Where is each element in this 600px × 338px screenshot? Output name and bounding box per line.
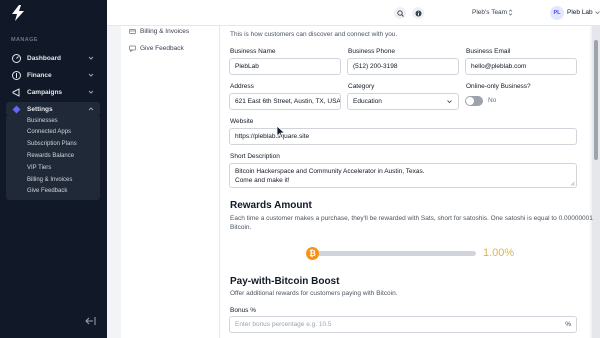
rewards-slider-track[interactable] — [308, 251, 476, 256]
settings-nav-billing[interactable]: Billing & Invoices — [129, 26, 189, 36]
bonus-label: Bonus % — [230, 307, 257, 314]
short-description-label: Short Description — [230, 153, 280, 160]
mouse-pointer-icon — [276, 125, 286, 139]
avatar[interactable]: PL — [550, 6, 564, 20]
online-only-toggle[interactable] — [465, 96, 483, 106]
business-name-label: Business Name — [230, 48, 276, 55]
rewards-percent: 1.00% — [483, 247, 515, 259]
sidebar-item-label: Settings — [27, 105, 53, 113]
settings-icon — [12, 105, 21, 114]
search-icon[interactable] — [394, 7, 406, 19]
sidebar-item-dashboard[interactable]: Dashboard — [6, 51, 100, 65]
sidebar-item-settings[interactable]: Settings — [6, 102, 100, 116]
subnav-item-connected-apps[interactable]: Connected Apps — [27, 129, 71, 135]
business-email-label: Business Email — [466, 48, 511, 55]
section-label-manage: MANAGE — [11, 37, 38, 43]
sidebar: MANAGE Dashboard Finance Campaigns Setti — [0, 0, 107, 338]
team-selector[interactable]: Pleb's Team — [472, 9, 507, 16]
chevron-down-icon — [87, 54, 95, 62]
business-email-field[interactable]: hello@pleblab.com — [465, 58, 577, 75]
scrollbar-thumb[interactable] — [594, 40, 598, 160]
subnav-item-businesses[interactable]: Businesses — [27, 118, 58, 124]
online-only-label: Online-only Business? — [466, 83, 531, 90]
info-icon[interactable] — [412, 7, 424, 19]
business-phone-field[interactable]: (512) 200-3198 — [347, 58, 459, 75]
finance-icon — [12, 70, 21, 80]
subnav-item-give-feedback[interactable]: Give Feedback — [27, 188, 67, 194]
settings-nav-feedback[interactable]: Give Feedback — [129, 43, 184, 53]
sidebar-item-label: Dashboard — [27, 54, 61, 62]
lightning-logo-icon[interactable] — [11, 5, 25, 21]
toggle-knob — [466, 97, 474, 105]
settings-nav-label: Give Feedback — [140, 44, 184, 52]
settings-nav: Billing & Invoices Give Feedback — [121, 26, 219, 338]
boost-title: Pay-with-Bitcoin Boost — [230, 276, 340, 287]
user-menu[interactable]: Pleb Lab — [567, 9, 593, 16]
campaigns-icon — [12, 87, 21, 97]
rewards-description-line2: Bitcoin. — [230, 224, 252, 231]
chevron-down-icon — [447, 100, 452, 104]
resize-handle-icon[interactable] — [570, 181, 575, 186]
topbar: Pleb's Team PL Pleb Lab — [107, 0, 600, 26]
sidebar-item-label: Campaigns — [27, 88, 63, 96]
chevron-down-icon — [87, 88, 95, 96]
rewards-description-line1: Each time a customer makes a purchase, t… — [230, 215, 593, 222]
business-name-field[interactable]: PlebLab — [229, 58, 341, 75]
form-intro: This is how customers can discover and c… — [230, 31, 398, 38]
percent-suffix: % — [565, 321, 571, 328]
bonus-percentage-field[interactable]: Enter bonus percentage e.g. 10.5 % — [229, 316, 577, 333]
subnav-item-billing-invoices[interactable]: Billing & Invoices — [27, 177, 72, 183]
business-phone-label: Business Phone — [348, 48, 395, 55]
subnav-item-vip-tiers[interactable]: VIP Tiers — [27, 165, 51, 171]
credit-card-icon — [129, 28, 136, 34]
chat-icon — [129, 45, 136, 52]
address-field[interactable]: 621 East 6th Street, Austin, TX, USA — [229, 93, 341, 110]
settings-submenu: Businesses Connected Apps Subscription P… — [6, 116, 100, 200]
boost-description: Offer additional rewards for customers p… — [230, 290, 398, 297]
collapse-sidebar-icon[interactable] — [84, 316, 96, 326]
category-select[interactable]: Education — [347, 93, 459, 110]
subnav-item-rewards-balance[interactable]: Rewards Balance — [27, 153, 74, 159]
dashboard-icon — [12, 53, 21, 63]
online-only-value: No — [488, 97, 497, 104]
settings-nav-label: Billing & Invoices — [140, 27, 190, 35]
category-label: Category — [348, 83, 375, 90]
short-description-textarea[interactable]: Bitcoin Hackerspace and Community Accele… — [229, 163, 577, 188]
chevron-up-icon — [87, 105, 95, 113]
sidebar-item-label: Finance — [27, 71, 52, 79]
chevron-down-icon — [87, 71, 95, 79]
website-label: Website — [230, 118, 254, 125]
sidebar-item-finance[interactable]: Finance — [6, 68, 100, 82]
chevron-updown-icon[interactable] — [507, 9, 514, 16]
rewards-title: Rewards Amount — [230, 200, 312, 211]
subnav-item-subscription-plans[interactable]: Subscription Plans — [27, 141, 77, 147]
chevron-down-icon[interactable] — [594, 9, 600, 16]
sidebar-item-campaigns[interactable]: Campaigns — [6, 85, 100, 99]
address-label: Address — [230, 83, 254, 90]
bitcoin-icon[interactable]: ₿ — [306, 247, 319, 260]
